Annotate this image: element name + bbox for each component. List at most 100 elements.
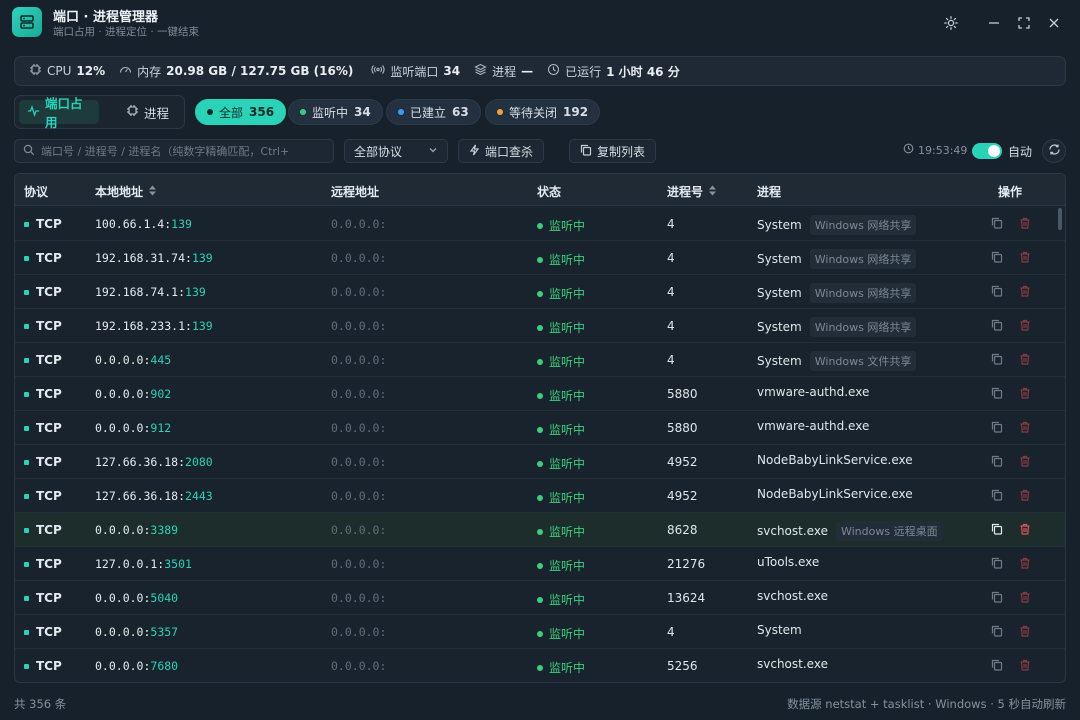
local-ip: 0.0.0.0: <box>95 625 151 639</box>
local-address-cell: 0.0.0.0:902 <box>95 387 171 401</box>
local-port: 2080 <box>185 455 213 469</box>
filter-label: 监听中 <box>312 105 349 120</box>
trash-icon[interactable] <box>1018 522 1032 536</box>
service-tag: Windows 网络共享 <box>809 249 917 269</box>
local-port: 912 <box>150 421 172 435</box>
protocol-cell: TCP <box>24 455 62 469</box>
maximize-icon[interactable] <box>1013 12 1035 34</box>
copy-icon[interactable] <box>990 216 1004 230</box>
ports-table: 协议 本地地址 远程地址 状态 进程号 进程 操作 TCP 100.66.1.4:… <box>14 173 1066 683</box>
close-icon[interactable] <box>1043 12 1065 34</box>
table-row[interactable]: TCP 100.66.1.4:139 0.0.0.0: 监听中 4 System Windo… <box>15 207 1065 241</box>
protocol-value: TCP <box>36 625 62 639</box>
trash-icon[interactable] <box>1018 318 1032 332</box>
service-tag: Windows 文件共享 <box>809 351 917 371</box>
trash-icon[interactable] <box>1018 216 1032 230</box>
table-row[interactable]: TCP 127.66.36.18:2443 0.0.0.0: 监听中 4952 NodeB… <box>15 479 1065 513</box>
protocol-marker <box>24 629 29 635</box>
copy-icon[interactable] <box>990 420 1004 434</box>
copy-icon[interactable] <box>990 522 1004 536</box>
status-dot <box>537 596 543 603</box>
view-switch: 端口占用 进程 <box>14 95 185 130</box>
status-dot <box>537 528 543 535</box>
minimize-icon[interactable] <box>983 12 1005 34</box>
row-actions <box>990 590 1032 604</box>
table-row[interactable]: TCP 127.66.36.18:2080 0.0.0.0: 监听中 4952 NodeB… <box>15 445 1065 479</box>
copy-icon[interactable] <box>990 454 1004 468</box>
process-name: System <box>757 354 802 368</box>
protocol-select[interactable]: 全部协议 <box>344 139 448 163</box>
tab-ports[interactable]: 端口占用 <box>19 96 99 130</box>
copy-icon[interactable] <box>990 624 1004 638</box>
filter-listening[interactable]: 监听中 34 <box>288 99 383 125</box>
trash-icon[interactable] <box>1018 352 1032 366</box>
copy-icon[interactable] <box>990 386 1004 400</box>
table-row[interactable]: TCP 192.168.74.1:139 0.0.0.0: 监听中 4 System Win… <box>15 275 1065 309</box>
copy-icon[interactable] <box>990 556 1004 570</box>
copy-icon[interactable] <box>990 590 1004 604</box>
trash-icon[interactable] <box>1018 420 1032 434</box>
copy-icon[interactable] <box>990 284 1004 298</box>
table-row[interactable]: TCP 0.0.0.0:445 0.0.0.0: 监听中 4 System Windows … <box>15 343 1065 377</box>
local-address-cell: 192.168.74.1:139 <box>95 285 206 299</box>
local-address-cell: 0.0.0.0:445 <box>95 353 171 367</box>
protocol-cell: TCP <box>24 251 62 265</box>
table-row[interactable]: TCP 0.0.0.0:3389 0.0.0.0: 监听中 8628 svchost.ex… <box>15 513 1065 547</box>
auto-refresh-toggle[interactable] <box>972 143 1002 159</box>
table-row[interactable]: TCP 0.0.0.0:902 0.0.0.0: 监听中 5880 vmware-auth… <box>15 377 1065 411</box>
table-row[interactable]: TCP 192.168.31.74:139 0.0.0.0: 监听中 4 System Wi… <box>15 241 1065 275</box>
remote-address-cell: 0.0.0.0: <box>331 353 387 367</box>
local-ip: 0.0.0.0: <box>95 523 151 537</box>
state-value: 监听中 <box>549 661 586 675</box>
trash-icon[interactable] <box>1018 284 1032 298</box>
table-row[interactable]: TCP 0.0.0.0:912 0.0.0.0: 监听中 5880 vmware-auth… <box>15 411 1065 445</box>
header-pid[interactable]: 进程号 <box>667 183 717 200</box>
filter-all[interactable]: 全部 356 <box>195 99 287 125</box>
header-local-address[interactable]: 本地地址 <box>95 183 157 200</box>
copy-icon[interactable] <box>990 352 1004 366</box>
protocol-cell: TCP <box>24 523 62 537</box>
filter-established[interactable]: 已建立 63 <box>386 99 481 125</box>
remote-address-cell: 0.0.0.0: <box>331 455 387 469</box>
local-port: 3501 <box>164 557 192 571</box>
status-dot <box>537 392 543 399</box>
trash-icon[interactable] <box>1018 658 1032 672</box>
auto-refresh-label: 自动 <box>1008 145 1033 159</box>
remote-address-cell: 0.0.0.0: <box>331 319 387 333</box>
copy-icon[interactable] <box>990 658 1004 672</box>
process-cell: System Windows 网络共享 <box>757 283 917 303</box>
table-row[interactable]: TCP 0.0.0.0:7680 0.0.0.0: 监听中 5256 svchost.ex… <box>15 649 1065 682</box>
local-address-cell: 0.0.0.0:5357 <box>95 625 178 639</box>
search-input[interactable] <box>41 144 323 158</box>
trash-icon[interactable] <box>1018 454 1032 468</box>
filter-close-wait[interactable]: 等待关闭 192 <box>485 99 601 125</box>
table-row[interactable]: TCP 127.0.0.1:3501 0.0.0.0: 监听中 21276 uTools.… <box>15 547 1065 581</box>
copy-icon[interactable] <box>990 250 1004 264</box>
remote-address-cell: 0.0.0.0: <box>331 659 387 673</box>
table-row[interactable]: TCP 0.0.0.0:5357 0.0.0.0: 监听中 4 System <box>15 615 1065 649</box>
trash-icon[interactable] <box>1018 250 1032 264</box>
trash-icon[interactable] <box>1018 590 1032 604</box>
row-actions <box>990 488 1032 502</box>
copy-icon[interactable] <box>990 318 1004 332</box>
theme-toggle-icon[interactable] <box>940 12 962 34</box>
local-port: 902 <box>150 387 172 401</box>
table-row[interactable]: TCP 0.0.0.0:5040 0.0.0.0: 监听中 13624 svchost.e… <box>15 581 1065 615</box>
protocol-marker <box>24 391 29 397</box>
refresh-button[interactable] <box>1042 139 1066 163</box>
trash-icon[interactable] <box>1018 386 1032 400</box>
trash-icon[interactable] <box>1018 624 1032 638</box>
copy-list-button[interactable]: 复制列表 <box>569 139 657 163</box>
trash-icon[interactable] <box>1018 488 1032 502</box>
port-kill-button[interactable]: 端口查杀 <box>458 139 545 163</box>
scrollbar-thumb[interactable] <box>1058 208 1062 230</box>
tab-processes[interactable]: 进程 <box>118 100 182 124</box>
listening-ports-stat: 监听端口 34 <box>371 63 460 80</box>
memory-stat: 内存 20.98 GB / 127.75 GB (16%) <box>119 63 353 80</box>
filter-count: 192 <box>563 105 589 119</box>
trash-icon[interactable] <box>1018 556 1032 570</box>
copy-icon[interactable] <box>990 488 1004 502</box>
table-row[interactable]: TCP 192.168.233.1:139 0.0.0.0: 监听中 4 System Wi… <box>15 309 1065 343</box>
remote-address-cell: 0.0.0.0: <box>331 421 387 435</box>
data-source-note: 数据源 netstat + tasklist · Windows · 5 秒自动… <box>787 697 1066 711</box>
